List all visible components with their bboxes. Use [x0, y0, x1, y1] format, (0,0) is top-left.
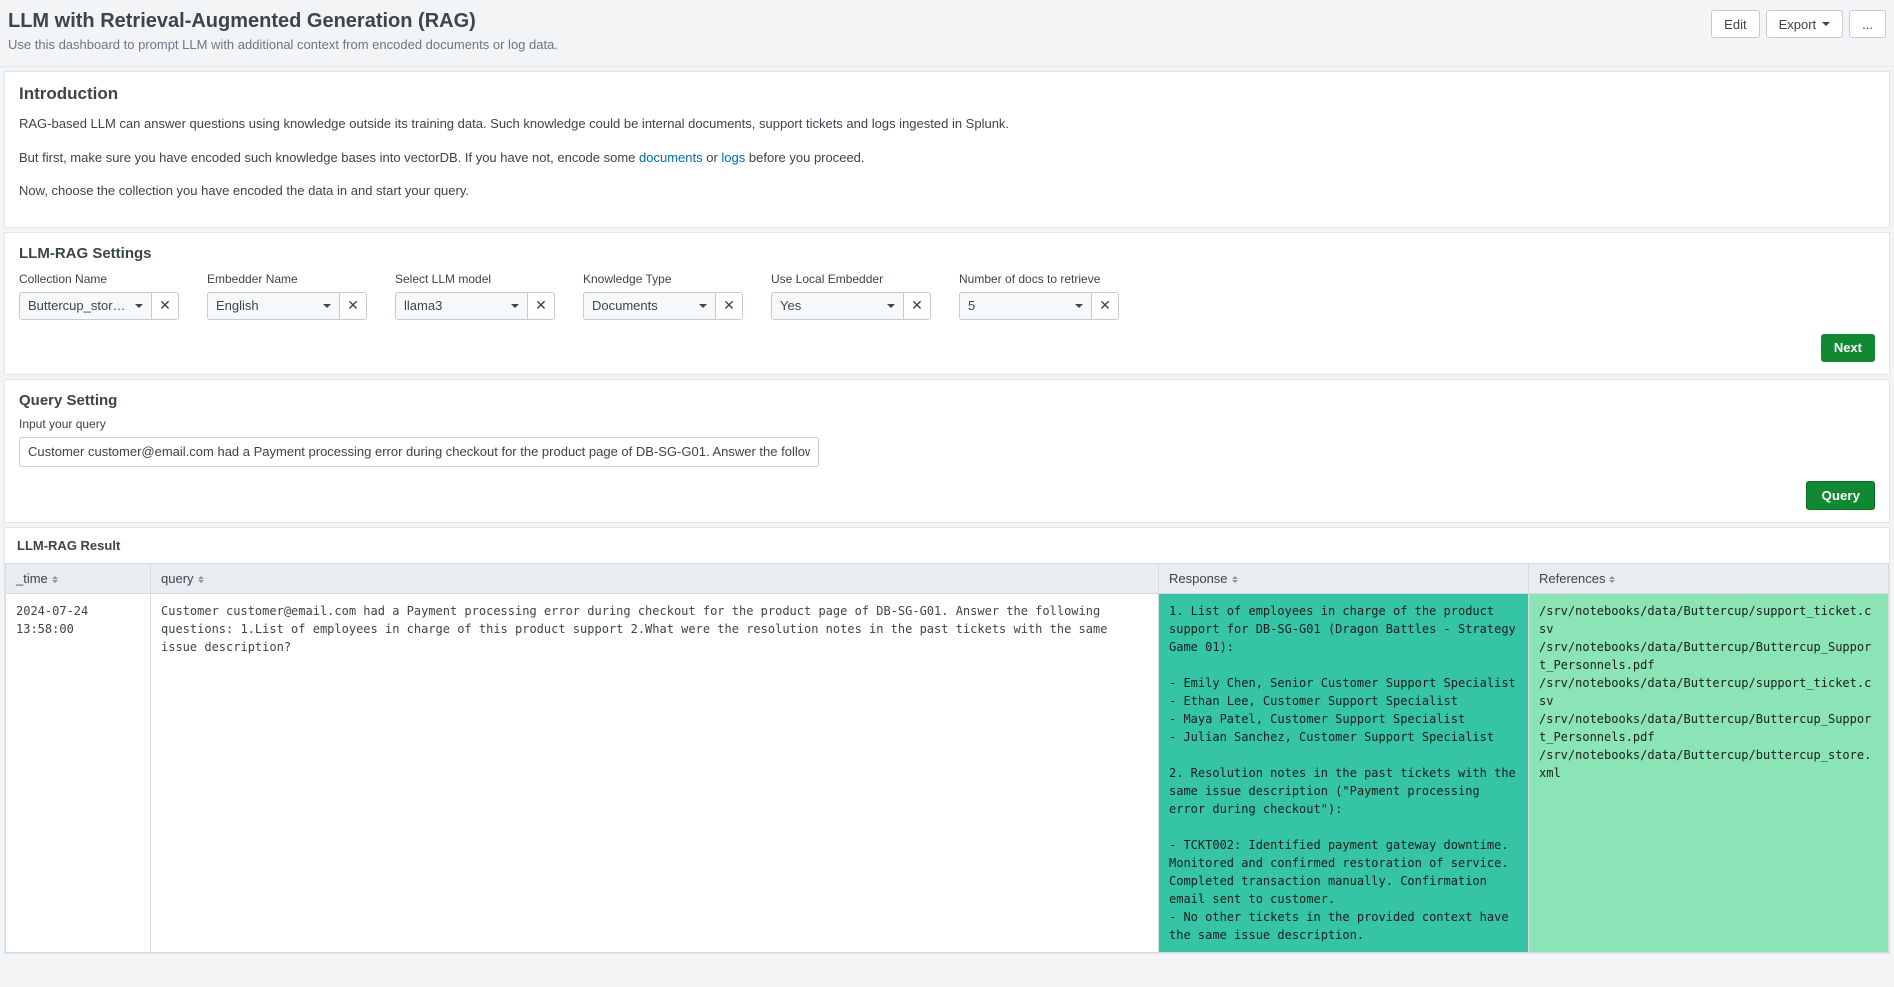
intro-paragraph-1: RAG-based LLM can answer questions using…	[19, 114, 1875, 134]
llm-model-clear[interactable]: ✕	[527, 292, 555, 320]
chevron-down-icon	[887, 304, 895, 308]
close-icon: ✕	[347, 297, 359, 314]
query-button[interactable]: Query	[1806, 481, 1875, 510]
collection-name-dropdown[interactable]: Buttercup_store_in...	[19, 292, 151, 320]
embedder-name-clear[interactable]: ✕	[339, 292, 367, 320]
export-button[interactable]: Export	[1766, 10, 1844, 38]
num-docs-label: Number of docs to retrieve	[959, 272, 1119, 286]
close-icon: ✕	[159, 297, 171, 314]
local-embedder-clear[interactable]: ✕	[903, 292, 931, 320]
embedder-name-label: Embedder Name	[207, 272, 367, 286]
result-heading: LLM-RAG Result	[5, 528, 1889, 563]
knowledge-type-clear[interactable]: ✕	[715, 292, 743, 320]
chevron-down-icon	[511, 304, 519, 308]
next-button[interactable]: Next	[1821, 334, 1875, 362]
query-setting-heading: Query Setting	[19, 392, 1875, 409]
introduction-heading: Introduction	[19, 84, 1875, 104]
num-docs-dropdown[interactable]: 5	[959, 292, 1091, 320]
chevron-down-icon	[699, 304, 707, 308]
result-query-cell: Customer customer@email.com had a Paymen…	[151, 593, 1159, 952]
collection-name-clear[interactable]: ✕	[151, 292, 179, 320]
logs-link[interactable]: logs	[721, 150, 745, 165]
sort-icon	[198, 576, 204, 583]
local-embedder-dropdown[interactable]: Yes	[771, 292, 903, 320]
chevron-down-icon	[135, 304, 143, 308]
page-subtitle: Use this dashboard to prompt LLM with ad…	[8, 37, 1711, 52]
column-header-references[interactable]: References	[1529, 563, 1889, 593]
query-input-label: Input your query	[19, 417, 1875, 431]
more-actions-button[interactable]: ...	[1849, 10, 1886, 38]
chevron-down-icon	[323, 304, 331, 308]
embedder-name-dropdown[interactable]: English	[207, 292, 339, 320]
local-embedder-label: Use Local Embedder	[771, 272, 931, 286]
intro-paragraph-2: But first, make sure you have encoded su…	[19, 148, 1875, 168]
knowledge-type-dropdown[interactable]: Documents	[583, 292, 715, 320]
intro-paragraph-3: Now, choose the collection you have enco…	[19, 181, 1875, 201]
result-response-cell: 1. List of employees in charge of the pr…	[1159, 593, 1529, 952]
knowledge-type-label: Knowledge Type	[583, 272, 743, 286]
llm-model-dropdown[interactable]: llama3	[395, 292, 527, 320]
documents-link[interactable]: documents	[639, 150, 703, 165]
chevron-down-icon	[1075, 304, 1083, 308]
sort-icon	[1609, 576, 1615, 583]
table-row: 2024-07-24 13:58:00 Customer customer@em…	[6, 593, 1889, 952]
close-icon: ✕	[911, 297, 923, 314]
page-title: LLM with Retrieval-Augmented Generation …	[8, 10, 1711, 33]
result-time-cell: 2024-07-24 13:58:00	[6, 593, 151, 952]
num-docs-clear[interactable]: ✕	[1091, 292, 1119, 320]
edit-button[interactable]: Edit	[1711, 10, 1759, 38]
settings-heading: LLM-RAG Settings	[19, 245, 1875, 262]
close-icon: ✕	[1099, 297, 1111, 314]
query-input[interactable]	[19, 437, 819, 467]
collection-name-label: Collection Name	[19, 272, 179, 286]
column-header-time[interactable]: _time	[6, 563, 151, 593]
close-icon: ✕	[535, 297, 547, 314]
close-icon: ✕	[723, 297, 735, 314]
column-header-response[interactable]: Response	[1159, 563, 1529, 593]
column-header-query[interactable]: query	[151, 563, 1159, 593]
sort-icon	[52, 576, 58, 583]
sort-icon	[1232, 576, 1238, 583]
llm-model-label: Select LLM model	[395, 272, 555, 286]
result-references-cell: /srv/notebooks/data/Buttercup/support_ti…	[1529, 593, 1889, 952]
